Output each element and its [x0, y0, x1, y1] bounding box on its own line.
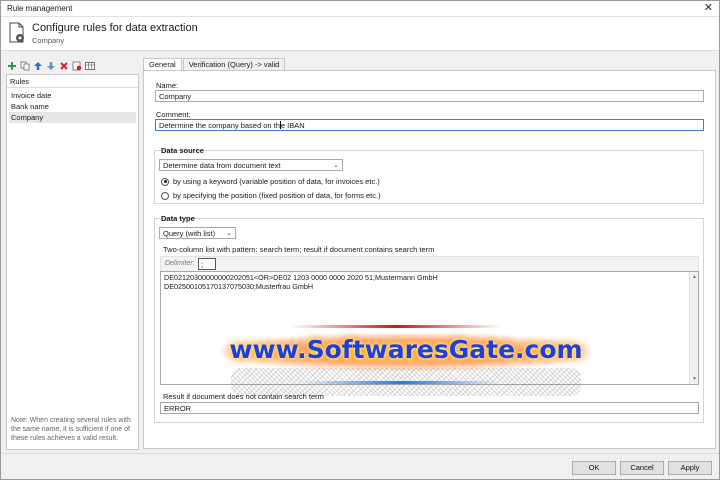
dialog-header: Configure rules for data extraction Comp… — [1, 17, 719, 51]
scroll-down-icon[interactable]: ▼ — [691, 375, 698, 384]
title-bar: Rule management ✕ — [1, 1, 719, 17]
rules-toolbar — [7, 59, 95, 73]
watermark-blue-bar — [301, 381, 501, 384]
data-source-title: Data source — [161, 146, 204, 155]
dialog-footer: OK Cancel Apply — [1, 453, 719, 479]
apply-button[interactable]: Apply — [668, 461, 712, 475]
delimiter-field[interactable]: ; — [198, 258, 216, 270]
radio-button-checked[interactable] — [161, 177, 169, 186]
rules-note: Note: When creating several rules with t… — [11, 417, 131, 442]
name-label: Name: — [156, 81, 179, 90]
radio-keyword[interactable]: by using a keyword (variable position of… — [161, 177, 380, 186]
name-field[interactable]: Company — [155, 90, 704, 102]
scroll-up-icon[interactable]: ▲ — [691, 273, 698, 282]
data-source-selected: Determine data from document text — [163, 161, 281, 170]
radio-position[interactable]: by specifying the position (fixed positi… — [161, 191, 381, 200]
delimiter-strip: Delimiter: ; — [160, 256, 699, 271]
comment-text-after-caret: e IBAN — [280, 121, 305, 130]
cancel-button[interactable]: Cancel — [620, 461, 664, 475]
watermark: www.SoftwaresGate.com — [201, 323, 611, 396]
tab-verification[interactable]: Verification (Query) -> valid — [182, 58, 286, 70]
data-source-select[interactable]: Determine data from document text ⌄ — [159, 159, 343, 171]
ok-button[interactable]: OK — [572, 461, 616, 475]
data-type-select[interactable]: Query (with list) ⌄ — [159, 227, 236, 239]
list-line: DE02500105170137075030;Musterfrau GmbH — [164, 281, 314, 291]
watermark-text: www.SoftwaresGate.com — [229, 335, 583, 364]
dialog-subtitle: Company — [32, 36, 65, 45]
no-match-label: Result if document does not contain sear… — [163, 392, 324, 401]
rules-list-header: Rules — [7, 75, 138, 88]
chevron-down-icon: ⌄ — [333, 162, 339, 169]
rules-list-panel: Rules Invoice date Bank name Company Not… — [6, 74, 139, 450]
rule-item-invoice-date[interactable]: Invoice date — [9, 90, 136, 101]
rule-item-bank-name[interactable]: Bank name — [9, 101, 136, 112]
copy-icon[interactable] — [20, 61, 30, 72]
radio-button-unchecked[interactable] — [161, 191, 169, 200]
delete-icon[interactable] — [59, 61, 69, 72]
window-title: Rule management — [7, 4, 73, 13]
dialog-title: Configure rules for data extraction — [32, 22, 198, 34]
table-icon[interactable] — [85, 61, 95, 72]
rule-management-window: Rule management ✕ Configure rules for da… — [0, 0, 720, 480]
list-description: Two-column list with pattern: search ter… — [163, 245, 435, 254]
radio-keyword-label: by using a keyword (variable position of… — [173, 177, 380, 186]
comment-field[interactable]: Determine the company based on the IBAN — [155, 119, 704, 131]
no-match-field[interactable]: ERROR — [160, 402, 699, 414]
rule-item-company[interactable]: Company — [9, 112, 136, 123]
chevron-down-icon: ⌄ — [226, 230, 232, 237]
comment-label: Comment: — [156, 110, 191, 119]
radio-position-label: by specifying the position (fixed positi… — [173, 191, 381, 200]
rules-list: Invoice date Bank name Company — [7, 88, 138, 125]
tab-strip: General Verification (Query) -> valid — [143, 58, 286, 71]
comment-text-before-caret: Determine the company based on th — [159, 121, 280, 130]
data-type-title: Data type — [161, 214, 195, 223]
move-down-icon[interactable] — [46, 61, 56, 72]
watermark-red-bar — [291, 325, 501, 328]
move-up-icon[interactable] — [33, 61, 43, 72]
document-gear-icon — [9, 22, 24, 43]
import-icon[interactable] — [72, 61, 82, 72]
vertical-scrollbar[interactable]: ▲ ▼ — [689, 272, 698, 384]
delimiter-label: Delimiter: — [165, 260, 195, 267]
close-icon[interactable]: ✕ — [704, 2, 713, 15]
data-type-selected: Query (with list) — [163, 229, 216, 238]
add-icon[interactable] — [7, 61, 17, 72]
